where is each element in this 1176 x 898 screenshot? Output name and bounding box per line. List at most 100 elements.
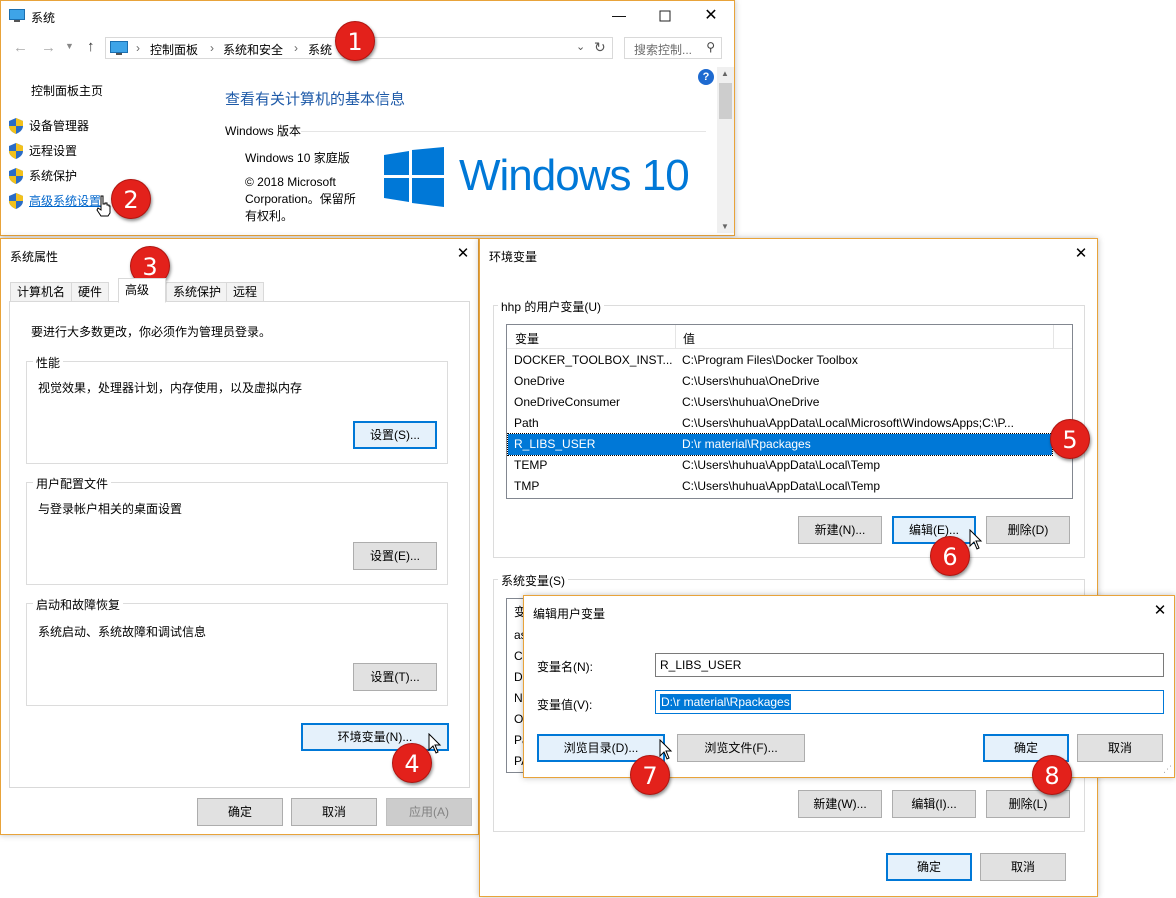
page-title: 查看有关计算机的基本信息 bbox=[225, 91, 406, 108]
table-row[interactable]: TEMP C:\Users\huhua\AppData\Local\Temp bbox=[508, 455, 1052, 476]
scrollbar[interactable]: ▲ ▼ bbox=[717, 67, 734, 233]
performance-settings-button[interactable]: 设置(S)... bbox=[353, 421, 437, 449]
variable-value-label: 变量值(V): bbox=[537, 698, 593, 712]
user-profile-group: 用户配置文件 与登录帐户相关的桌面设置 设置(E)... bbox=[26, 475, 448, 585]
startup-settings-button[interactable]: 设置(T)... bbox=[353, 663, 437, 691]
user-profile-settings-button[interactable]: 设置(E)... bbox=[353, 542, 437, 570]
breadcrumb-system[interactable]: 系统 bbox=[308, 41, 332, 58]
system-variables-label: 系统变量(S) bbox=[498, 572, 568, 589]
envvars-ok-button[interactable]: 确定 bbox=[886, 853, 972, 881]
back-arrow-icon[interactable]: ← bbox=[13, 39, 28, 56]
scroll-up-icon[interactable]: ▲ bbox=[721, 69, 729, 78]
sysprops-cancel-button[interactable]: 取消 bbox=[291, 798, 377, 826]
step-badge-6: 6 bbox=[930, 536, 970, 576]
step-badge-1: 1 bbox=[335, 21, 375, 61]
edit-cancel-button[interactable]: 取消 bbox=[1077, 734, 1163, 762]
row-name: OneDrive bbox=[514, 374, 565, 388]
table-row[interactable]: DOCKER_TOOLBOX_INST... C:\Program Files\… bbox=[508, 350, 1052, 371]
sysprops-apply-button[interactable]: 应用(A) bbox=[386, 798, 472, 826]
scroll-down-icon[interactable]: ▼ bbox=[721, 222, 729, 231]
user-delete-button[interactable]: 删除(D) bbox=[986, 516, 1070, 544]
user-edit-button[interactable]: 编辑(E)... bbox=[892, 516, 976, 544]
sysprops-close-button[interactable]: ✕ bbox=[451, 243, 475, 265]
row-value: C:\Users\huhua\OneDrive bbox=[682, 395, 820, 409]
envvars-cancel-button[interactable]: 取消 bbox=[980, 853, 1066, 881]
environment-variables-button[interactable]: 环境变量(N)... bbox=[301, 723, 449, 751]
column-header-value[interactable]: 值 bbox=[683, 330, 695, 347]
table-row[interactable]: Path C:\Users\huhua\AppData\Local\Micros… bbox=[508, 413, 1052, 434]
envvars-close-button[interactable]: ✕ bbox=[1069, 243, 1093, 265]
search-icon: ⚲ bbox=[706, 40, 715, 54]
browse-file-button[interactable]: 浏览文件(F)... bbox=[677, 734, 805, 762]
column-divider bbox=[1053, 325, 1054, 348]
list-item[interactable]: O bbox=[514, 712, 523, 726]
performance-label: 性能 bbox=[33, 354, 64, 371]
windows-logo-icon bbox=[384, 147, 444, 210]
row-name: Path bbox=[514, 416, 539, 430]
history-chevron-icon[interactable]: ▼ bbox=[65, 41, 74, 51]
row-value: C:\Users\huhua\AppData\Local\Temp bbox=[682, 458, 881, 472]
variable-name-field[interactable]: R_LIBS_USER bbox=[655, 653, 1164, 677]
startup-recovery-label: 启动和故障恢复 bbox=[33, 596, 124, 613]
user-new-button[interactable]: 新建(N)... bbox=[798, 516, 882, 544]
variable-value-field[interactable]: D:\r material\Rpackages bbox=[655, 690, 1164, 714]
tab-hardware[interactable]: 硬件 bbox=[71, 282, 110, 302]
forward-arrow-icon[interactable]: → bbox=[41, 39, 56, 56]
search-box[interactable]: 搜索控制... ⚲ bbox=[624, 37, 722, 59]
sidebar-item-device-manager[interactable]: 设备管理器 bbox=[9, 117, 89, 134]
sidebar-item-advanced[interactable]: 高级系统设置 bbox=[9, 192, 101, 209]
breadcrumb-control-panel[interactable]: 控制面板 bbox=[150, 41, 198, 58]
row-name: TMP bbox=[514, 479, 540, 493]
minimize-button[interactable]: — bbox=[601, 3, 637, 29]
pointer-cursor-icon bbox=[969, 528, 985, 551]
column-header-variable[interactable]: 变量 bbox=[515, 330, 539, 347]
tab-computer-name[interactable]: 计算机名 bbox=[10, 282, 73, 302]
breadcrumb-system-security[interactable]: 系统和安全 bbox=[223, 41, 283, 58]
row-name: DOCKER_TOOLBOX_INST... bbox=[514, 353, 673, 367]
shield-icon bbox=[9, 142, 23, 159]
table-row[interactable]: OneDrive C:\Users\huhua\OneDrive bbox=[508, 371, 1052, 392]
section-divider bbox=[301, 131, 706, 132]
tab-system-protection[interactable]: 系统保护 bbox=[166, 282, 229, 302]
table-row[interactable]: OneDriveConsumer C:\Users\huhua\OneDrive bbox=[508, 392, 1052, 413]
user-variables-list[interactable]: 变量 值 DOCKER_TOOLBOX_INST... C:\Program F… bbox=[506, 324, 1073, 499]
shield-icon bbox=[9, 167, 23, 184]
table-row-selected[interactable]: R_LIBS_USER D:\r material\Rpackages bbox=[507, 433, 1053, 456]
step-badge-7: 7 bbox=[630, 755, 670, 795]
sidebar-item-remote[interactable]: 远程设置 bbox=[9, 142, 77, 159]
help-icon[interactable]: ? bbox=[698, 69, 714, 85]
variable-name-label: 变量名(N): bbox=[537, 660, 593, 674]
windows-logo-text: Windows 10 bbox=[459, 151, 690, 200]
up-arrow-icon[interactable]: ↑ bbox=[87, 38, 95, 55]
startup-recovery-group: 启动和故障恢复 系统启动、系统故障和调试信息 设置(T)... bbox=[26, 596, 448, 706]
tab-advanced[interactable]: 高级 bbox=[118, 278, 166, 303]
system-edit-button[interactable]: 编辑(I)... bbox=[892, 790, 976, 818]
performance-desc: 视觉效果，处理器计划，内存使用，以及虚拟内存 bbox=[38, 381, 303, 395]
address-sep-3: › bbox=[294, 41, 298, 55]
row-value: C:\Users\huhua\AppData\Local\Microsoft\W… bbox=[682, 416, 1014, 430]
system-new-button[interactable]: 新建(W)... bbox=[798, 790, 882, 818]
scroll-thumb[interactable] bbox=[719, 83, 732, 119]
maximize-button[interactable] bbox=[647, 3, 683, 29]
sysprops-ok-button[interactable]: 确定 bbox=[197, 798, 283, 826]
close-button[interactable]: ✕ bbox=[693, 3, 729, 29]
edit-close-button[interactable]: ✕ bbox=[1148, 600, 1172, 622]
row-value: D:\r material\Rpackages bbox=[682, 437, 811, 451]
resize-grip-icon[interactable]: ⋰ bbox=[1163, 764, 1172, 775]
search-input[interactable]: 搜索控制... bbox=[634, 41, 692, 58]
refresh-icon[interactable]: ↻ bbox=[594, 39, 606, 56]
address-dropdown-icon[interactable]: ⌄ bbox=[576, 40, 585, 53]
performance-group: 性能 视觉效果，处理器计划，内存使用，以及虚拟内存 设置(S)... bbox=[26, 354, 448, 464]
row-name: R_LIBS_USER bbox=[514, 437, 596, 451]
sidebar-item-protection[interactable]: 系统保护 bbox=[9, 167, 77, 184]
list-item[interactable]: N bbox=[514, 691, 523, 705]
table-row[interactable]: TMP C:\Users\huhua\AppData\Local\Temp bbox=[508, 476, 1052, 497]
windows-edition: Windows 10 家庭版 bbox=[245, 151, 350, 165]
shield-icon bbox=[9, 117, 23, 134]
shield-icon bbox=[9, 192, 23, 209]
list-item[interactable]: D bbox=[514, 670, 523, 684]
sidebar-home-link[interactable]: 控制面板主页 bbox=[31, 82, 103, 99]
copyright-text: © 2018 Microsoft Corporation。保留所有权利。 bbox=[245, 175, 356, 223]
tab-remote[interactable]: 远程 bbox=[226, 282, 265, 302]
hand-cursor-icon bbox=[96, 195, 112, 217]
